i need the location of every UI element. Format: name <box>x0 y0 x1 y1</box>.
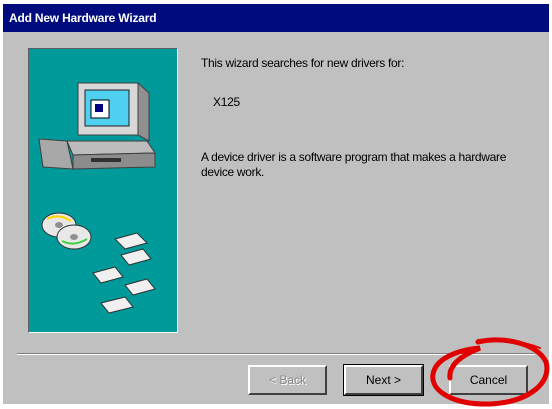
cancel-button[interactable]: Cancel <box>449 365 528 395</box>
wizard-illustration-panel <box>28 48 178 333</box>
description-text: A device driver is a software program th… <box>201 150 507 179</box>
add-new-hardware-wizard-window: Add New Hardware Wizard This wizard sear… <box>0 0 552 409</box>
wizard-client-area: This wizard searches for new drivers for… <box>3 32 549 404</box>
computer-illustration-icon <box>38 81 156 314</box>
window-title: Add New Hardware Wizard <box>3 4 549 32</box>
intro-text: This wizard searches for new drivers for… <box>201 56 405 70</box>
next-button[interactable]: Next > <box>343 364 424 396</box>
button-divider <box>17 353 535 355</box>
device-name: X125 <box>213 95 240 109</box>
back-button[interactable]: < Back <box>248 365 327 395</box>
